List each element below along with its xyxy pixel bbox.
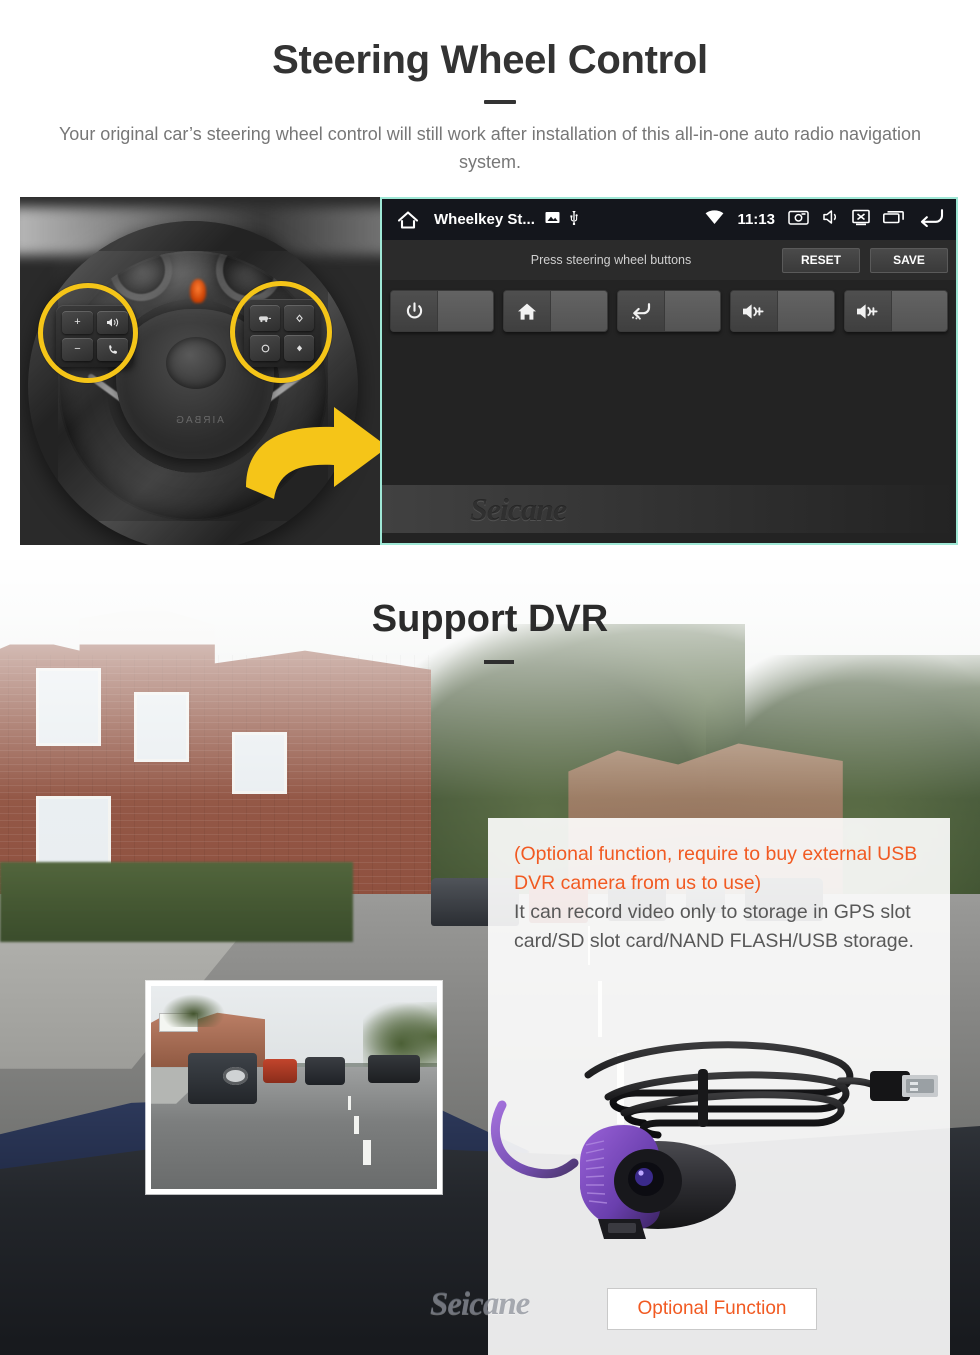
brand-watermark-text: Seicane — [430, 1285, 530, 1322]
head-unit-screen: Wheelkey St... 11:13 Press steering whee… — [380, 197, 958, 545]
status-right-icons: 11:13 — [705, 208, 944, 232]
inset-black-suv — [368, 1055, 420, 1084]
dvr-watermark: Seicane — [430, 1281, 750, 1327]
image-icon — [545, 211, 560, 229]
title-divider — [484, 100, 516, 104]
horn-pad — [166, 337, 226, 389]
section-title: Support DVR — [371, 598, 609, 640]
steering-wheel-control-header: Steering Wheel Control Your original car… — [0, 0, 980, 197]
inset-lane-marking — [362, 1140, 371, 1165]
highlight-circle-right — [230, 281, 332, 383]
dvr-info-panel: (Optional function, require to buy exter… — [488, 818, 950, 1355]
inset-red-car — [262, 1059, 297, 1084]
steering-wheel-photo: AIRBAG + − — [20, 197, 380, 545]
wheelkey-slot-home[interactable] — [503, 290, 608, 332]
wheelkey-toolbar: Press steering wheel buttons RESET SAVE — [382, 240, 956, 280]
section-title-divider — [484, 660, 514, 664]
product-feature-page: Steering Wheel Control Your original car… — [0, 0, 980, 1355]
app-title: Wheelkey St... — [434, 211, 535, 228]
wheelkey-value-home[interactable] — [551, 291, 607, 331]
screenshot-camera-icon[interactable] — [788, 209, 809, 231]
wheelkey-value-power[interactable] — [438, 291, 494, 331]
usb-dvr-camera-image — [490, 1041, 938, 1239]
usb-icon — [569, 210, 579, 230]
yellow-arrow-icon — [246, 407, 380, 499]
dvr-panel-text: (Optional function, require to buy exter… — [514, 840, 934, 956]
brand-watermark-text: Seicane — [470, 490, 567, 527]
volume-up-icon — [731, 291, 779, 331]
page-title: Steering Wheel Control — [272, 38, 708, 82]
wheelkey-slot-back[interactable] — [616, 290, 722, 332]
save-button[interactable]: SAVE — [870, 247, 948, 273]
support-dvr-section: Support DVR (Optional function, require … — [0, 560, 980, 1355]
dvr-description: It can record video only to storage in G… — [514, 901, 914, 952]
inset-dark-car — [305, 1057, 346, 1086]
status-clock: 11:13 — [737, 211, 775, 228]
android-status-bar: Wheelkey St... 11:13 — [382, 199, 956, 240]
mute-speaker-icon[interactable] — [822, 209, 839, 230]
highlight-circle-left — [38, 283, 138, 383]
reset-button[interactable]: RESET — [782, 247, 860, 273]
wheelkey-slot-volume-up-1[interactable] — [730, 290, 835, 332]
back-arrow-icon[interactable] — [917, 208, 944, 232]
wheelkey-value-volume-up-2[interactable] — [891, 291, 948, 331]
page-subtitle: Your original car’s steering wheel contr… — [58, 124, 922, 172]
inset-lane-marking — [348, 1095, 352, 1110]
wheelkey-slot-power[interactable] — [390, 290, 495, 332]
power-icon — [391, 291, 438, 331]
instruction-text: Press steering wheel buttons — [530, 253, 692, 267]
wifi-icon — [705, 209, 724, 230]
volume-up-icon — [844, 291, 892, 331]
head-unit-watermark: Seicane — [382, 485, 956, 533]
dashcam-inset-image — [151, 986, 437, 1189]
screen-off-icon[interactable] — [852, 209, 870, 231]
recent-apps-icon[interactable] — [883, 210, 904, 229]
dashcam-inset-frame — [146, 981, 442, 1194]
home-icon[interactable] — [394, 206, 422, 234]
back-icon — [617, 291, 665, 331]
inset-lane-marking — [354, 1115, 360, 1135]
wheelkey-slot-volume-up-2[interactable] — [843, 290, 949, 332]
inset-tree — [162, 994, 226, 1027]
status-mini-icons — [545, 210, 579, 230]
home-icon — [504, 291, 552, 331]
wheelkey-body: Seicane — [382, 280, 956, 543]
airbag-label: AIRBAG — [174, 415, 224, 426]
wheelkey-value-volume-up-1[interactable] — [778, 291, 834, 331]
wheelkey-value-back[interactable] — [664, 291, 721, 331]
wheelkey-mapping-row — [382, 280, 956, 332]
optional-note: (Optional function, require to buy exter… — [514, 843, 918, 894]
steering-wheel-control-stage: AIRBAG + − Wheelkey St... 11:13 Press st… — [20, 197, 958, 545]
